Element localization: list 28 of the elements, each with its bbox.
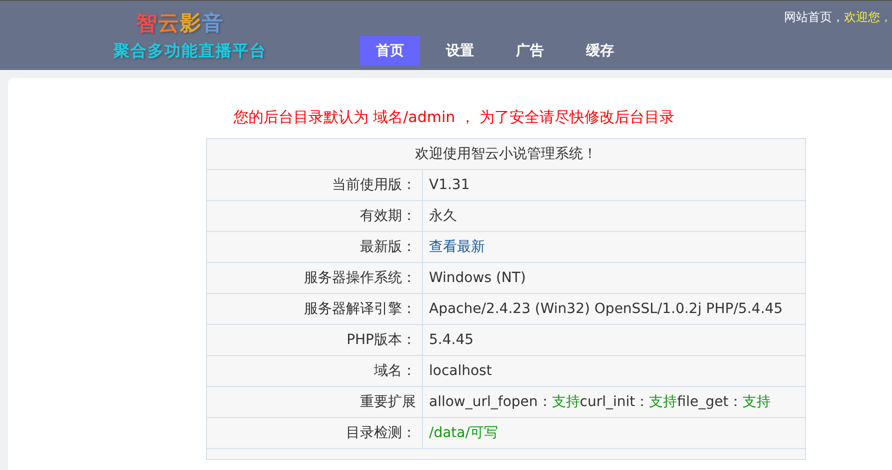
table-cell: PHP版本： bbox=[206, 324, 422, 356]
table-cell: 服务器操作系统： bbox=[206, 262, 422, 294]
nav-tab[interactable]: 首页 bbox=[360, 36, 420, 66]
table-cell: 有效期： bbox=[206, 200, 422, 232]
table-cell: /data/可写 bbox=[422, 418, 806, 448]
table-cell: 重要扩展 bbox=[206, 386, 422, 418]
table-cell: V1.31 bbox=[422, 170, 806, 200]
table-title: 欢迎使用智云小说管理系统！ bbox=[206, 138, 806, 170]
nav-tab[interactable]: 广告 bbox=[500, 36, 560, 66]
admin-path-notice: 您的后台目录默认为 域名/admin ， 为了安全请尽快修改后台目录 bbox=[232, 108, 676, 128]
table-cell: 最新版： bbox=[206, 232, 422, 262]
welcome-text: 欢迎您， bbox=[844, 10, 892, 24]
nav-tab[interactable]: 设置 bbox=[430, 36, 490, 66]
table-cell: Apache/2.4.23 (Win32) OpenSSL/1.0.2j PHP/5.4.45 bbox=[422, 294, 806, 324]
nav-tab[interactable]: 缓存 bbox=[570, 36, 630, 66]
latest-version-link[interactable]: 查看最新 bbox=[429, 239, 485, 255]
table-cell: 域名： bbox=[206, 356, 422, 386]
site-home-link[interactable]: 网站首页， bbox=[784, 10, 844, 24]
table-cell: 当前使用版： bbox=[206, 170, 422, 200]
table-cell: 服务器解译引擎： bbox=[206, 294, 422, 324]
table-cell: 永久 bbox=[422, 200, 806, 232]
table-cell: 目录检测： bbox=[206, 418, 422, 448]
table-cell: allow_url_fopen：支持curl_init：支持file_get：支持 bbox=[422, 386, 806, 418]
table-cell: 5.4.45 bbox=[422, 324, 806, 356]
table-cell: Windows (NT) bbox=[422, 262, 806, 294]
table-cell: localhost bbox=[422, 356, 806, 386]
logo-subtitle: 聚合多功能直播平台 bbox=[112, 41, 266, 62]
logo-title: 智云影音 bbox=[136, 10, 224, 37]
